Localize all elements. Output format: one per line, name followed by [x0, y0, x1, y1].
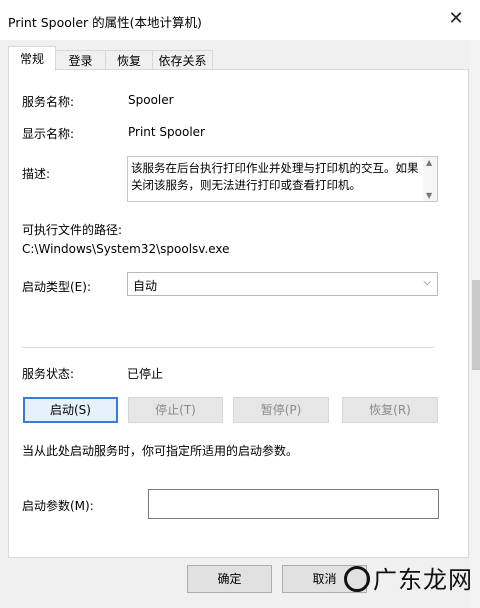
start-params-label: 启动参数(M):: [22, 499, 94, 513]
window-title: Print Spooler 的属性(本地计算机): [8, 15, 202, 30]
display-name-value: Print Spooler: [128, 125, 205, 139]
close-icon[interactable]: ✕: [448, 10, 464, 28]
tab-recovery[interactable]: 恢复: [105, 50, 153, 70]
startup-type-value: 自动: [133, 279, 158, 293]
description-text: 该服务在后台执行打印作业并处理与打印机的交互。如果关闭该服务，则无法进行打印或查…: [131, 161, 419, 192]
description-box[interactable]: 该服务在后台执行打印作业并处理与打印机的交互。如果关闭该服务，则无法进行打印或查…: [127, 156, 438, 202]
start-params-input[interactable]: [148, 489, 439, 519]
scrollbar-thumb[interactable]: [472, 280, 480, 370]
background-scrollbar[interactable]: [470, 40, 480, 608]
path-value: C:\Windows\System32\spoolsv.exe: [22, 242, 230, 256]
stop-button[interactable]: 停止(T): [128, 397, 223, 423]
startup-type-select[interactable]: 自动 ⌵: [127, 272, 438, 296]
display-name-label: 显示名称:: [22, 127, 75, 141]
tab-general[interactable]: 常规: [8, 46, 56, 71]
resume-button[interactable]: 恢复(R): [342, 397, 438, 423]
start-button[interactable]: 启动(S): [23, 397, 118, 423]
service-name-label: 服务名称:: [22, 95, 75, 109]
description-scrollbar[interactable]: ▲ ▼: [423, 157, 437, 201]
scroll-up-icon[interactable]: ▲: [426, 158, 432, 167]
tab-logon[interactable]: 登录: [55, 50, 106, 70]
chevron-down-icon: ⌵: [423, 277, 431, 288]
start-params-hint: 当从此处启动服务时，你可指定所适用的启动参数。: [22, 444, 299, 458]
ok-button[interactable]: 确定: [187, 565, 272, 593]
general-panel: [8, 69, 469, 558]
description-label: 描述:: [22, 167, 51, 181]
service-status-value: 已停止: [127, 367, 164, 381]
watermark-ring-icon: [344, 566, 370, 592]
startup-type-label: 启动类型(E):: [22, 280, 91, 294]
separator: [22, 347, 434, 348]
pause-button[interactable]: 暂停(P): [233, 397, 329, 423]
title-bar: Print Spooler 的属性(本地计算机) ✕: [0, 0, 480, 40]
scroll-down-icon[interactable]: ▼: [426, 191, 432, 200]
tab-dependencies[interactable]: 依存关系: [152, 50, 213, 70]
watermark-text: 广东龙网: [373, 566, 473, 594]
path-label: 可执行文件的路径:: [22, 223, 123, 237]
watermark-logo: 广东龙网: [344, 560, 473, 600]
service-status-label: 服务状态:: [22, 367, 75, 381]
service-name-value: Spooler: [128, 93, 174, 107]
